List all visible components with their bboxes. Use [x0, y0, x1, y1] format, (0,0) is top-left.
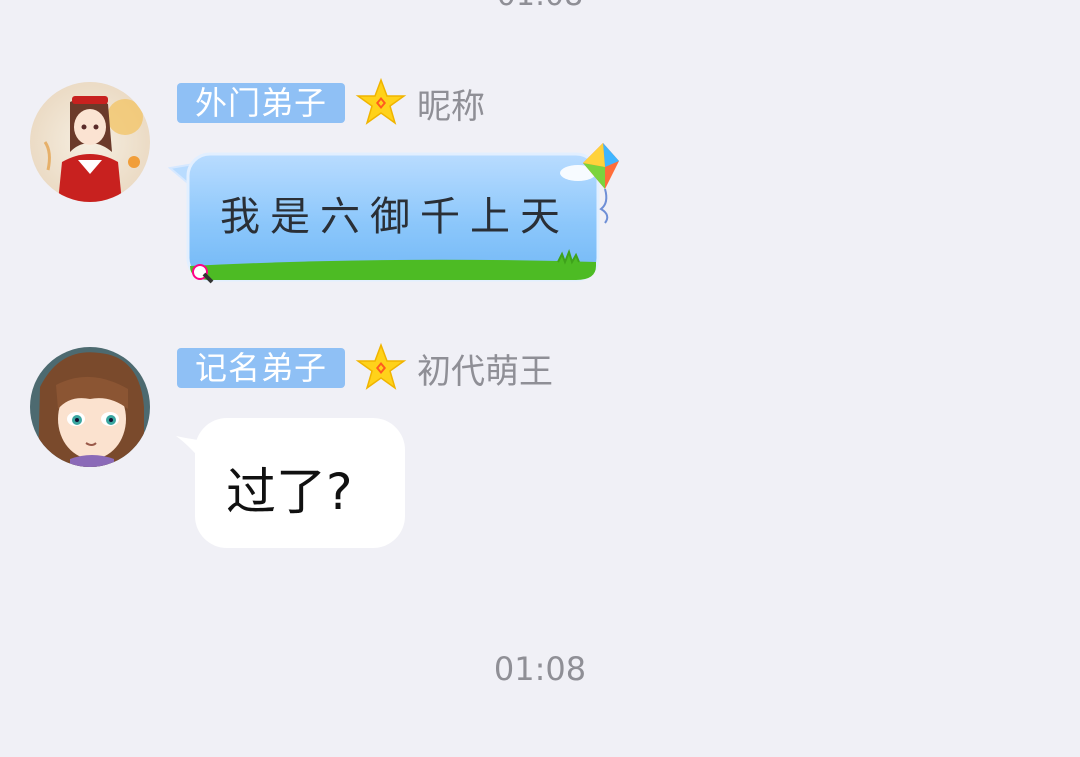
sender-nickname: 初代萌王 — [417, 351, 553, 392]
avatar[interactable] — [30, 347, 150, 467]
avatar[interactable] — [30, 82, 150, 202]
star-icon — [355, 77, 407, 125]
message-text: 过了? — [226, 463, 353, 521]
timestamp: 01:08 — [493, 650, 587, 688]
sender-nickname: 昵称 — [417, 86, 485, 127]
timestamp-top: 01:08 — [470, 0, 610, 13]
star-icon — [355, 342, 407, 390]
rank-badge: 记名弟子 — [177, 348, 345, 388]
message-text: 我是六御千上天 — [220, 194, 570, 240]
rank-badge: 外门弟子 — [177, 83, 345, 123]
sender-info: 外门弟子 昵称 — [177, 77, 485, 127]
sender-info: 记名弟子 初代萌王 — [177, 342, 553, 392]
